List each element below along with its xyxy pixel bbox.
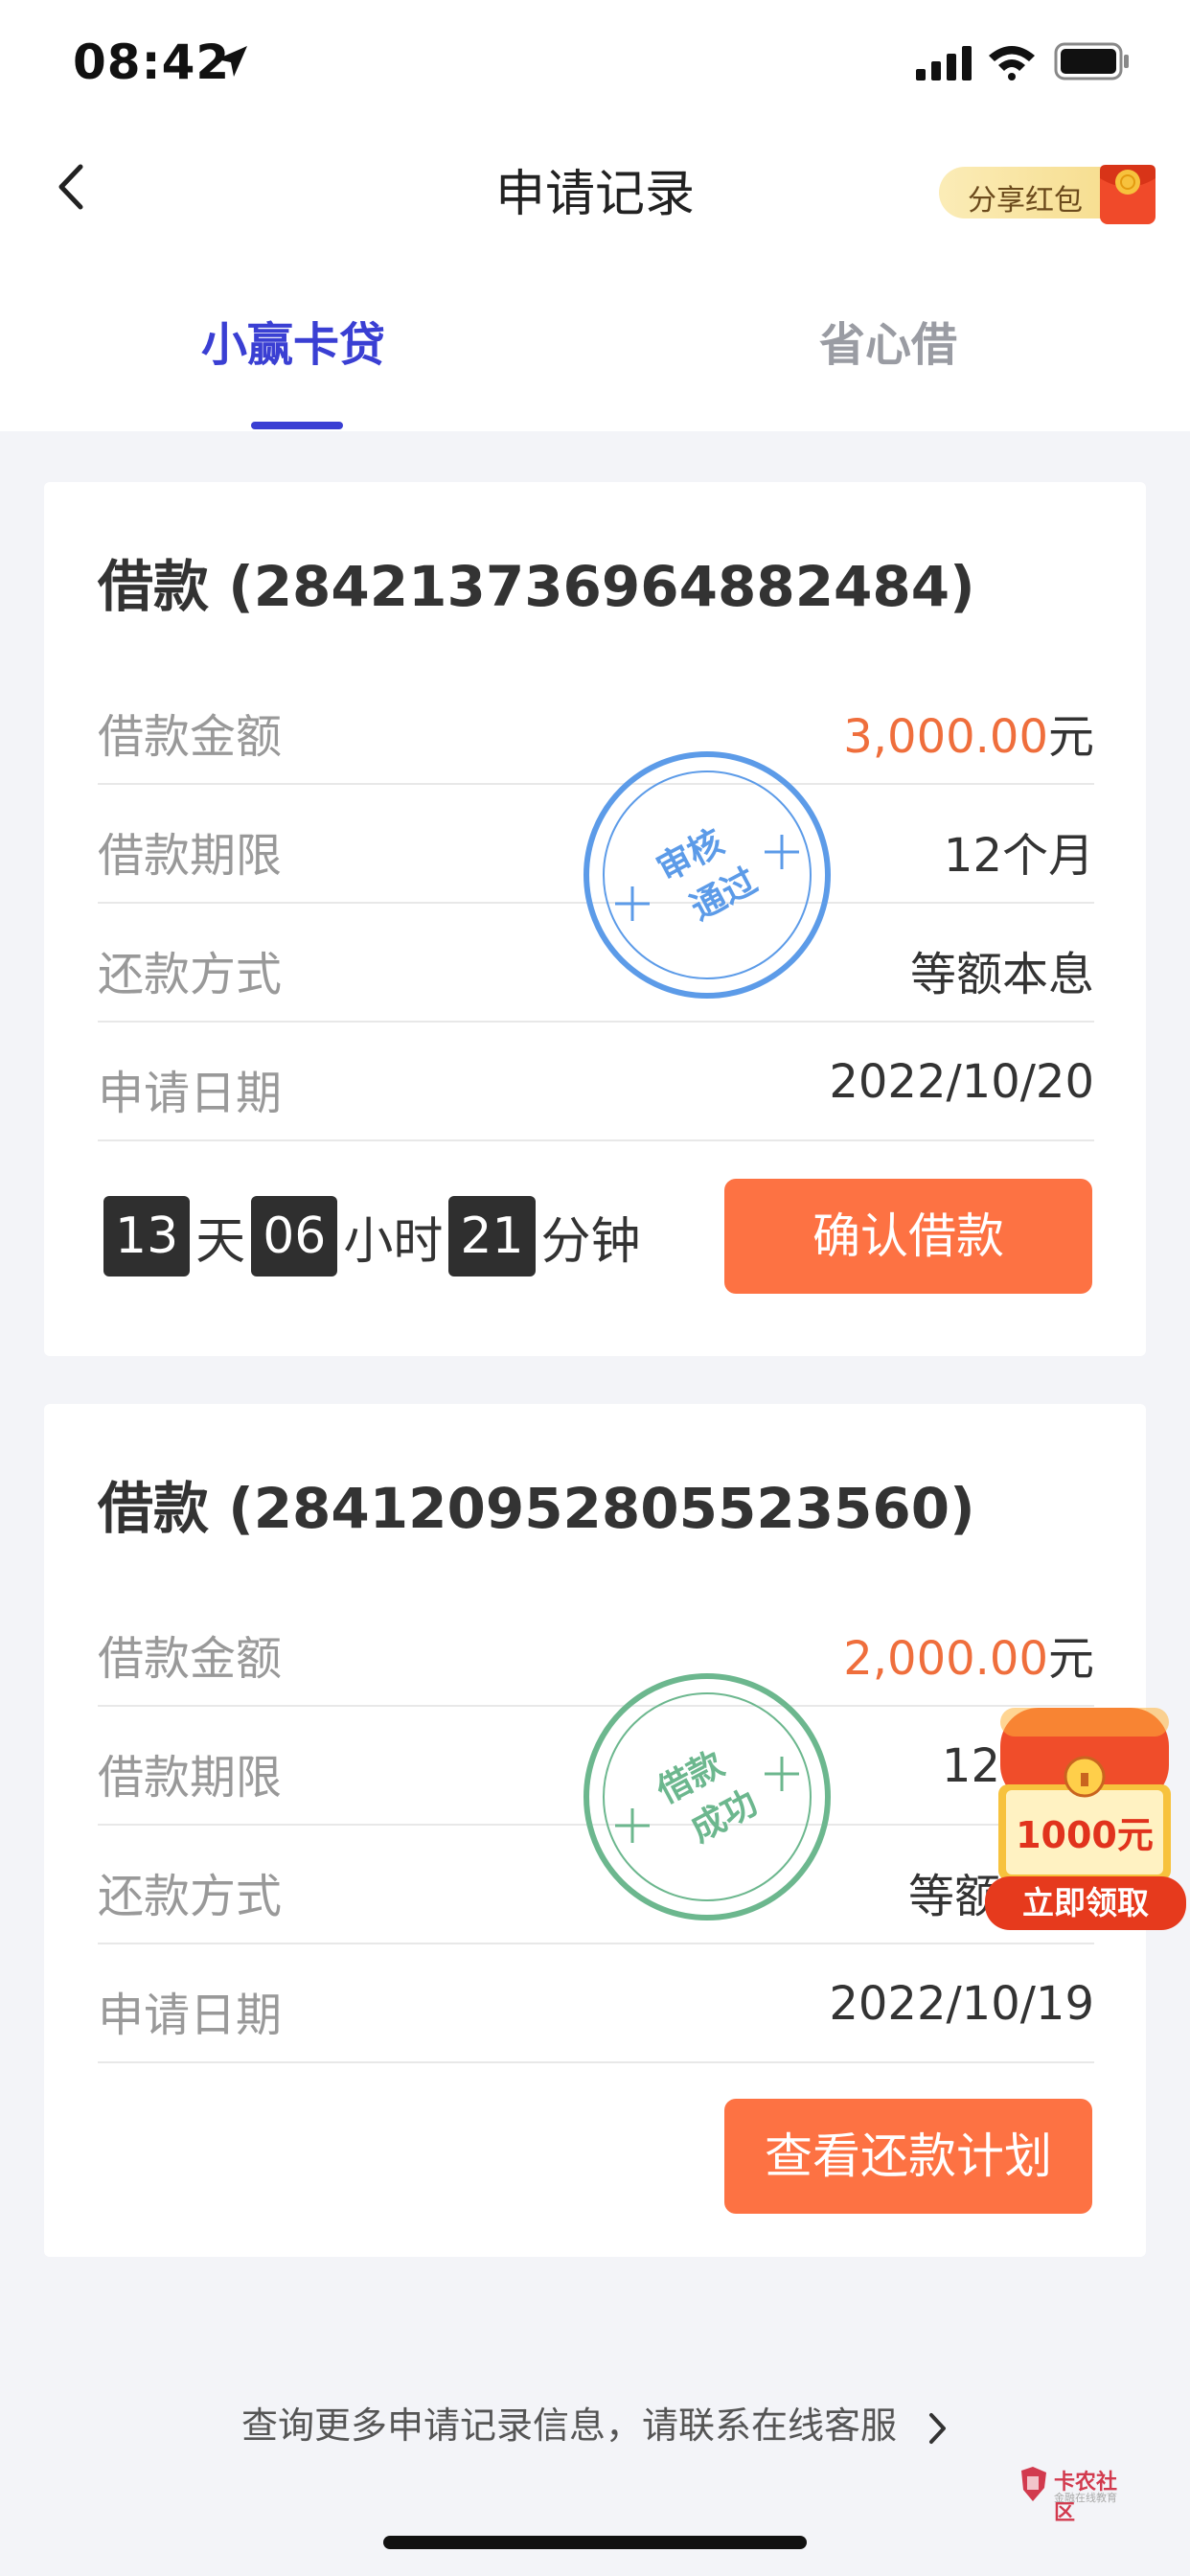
- amount-unit: 元: [1047, 710, 1094, 764]
- amount-unit: 元: [1047, 1632, 1094, 1686]
- loan-title: 借款 (284213736964882484): [98, 554, 975, 619]
- row-label: 借款期限: [98, 1751, 283, 1805]
- chest-lid-highlight: [1000, 1708, 1169, 1736]
- watermark: 卡农社区 金融在线教育: [1018, 2461, 1133, 2525]
- status-bar: 08:42: [0, 0, 1190, 125]
- row-label: 借款期限: [98, 829, 283, 883]
- row-label: 借款金额: [98, 1632, 283, 1686]
- status-time: 08:42: [73, 34, 231, 90]
- confirm-loan-button[interactable]: 确认借款: [724, 1179, 1092, 1294]
- row-value: 2022/10/19: [829, 1977, 1094, 2031]
- chevron-right-icon: [929, 2412, 947, 2444]
- detail-row-apply-date: 申请日期 2022/10/19: [98, 1943, 1094, 2063]
- row-value: 3,000.00元: [843, 699, 1094, 766]
- countdown-hours-unit: 小时: [343, 1212, 444, 1271]
- home-indicator: [383, 2536, 807, 2549]
- row-value: 等额本息: [909, 948, 1094, 1001]
- row-value: 2022/10/20: [829, 1055, 1094, 1109]
- active-tab-indicator: [251, 422, 343, 429]
- footer-link-text: 查询更多申请记录信息，请联系在线客服: [240, 2404, 897, 2447]
- tab-shengxin-loan[interactable]: 省心借: [819, 307, 957, 374]
- contact-customer-service-link[interactable]: 查询更多申请记录信息，请联系在线客服: [0, 2396, 1190, 2449]
- countdown-hours: 06: [251, 1196, 338, 1276]
- row-label: 申请日期: [98, 1067, 283, 1120]
- promo-amount: 1000元: [1016, 1814, 1154, 1856]
- countdown-minutes: 21: [448, 1196, 536, 1276]
- loan-amount: 2,000.00: [843, 1632, 1048, 1686]
- loan-card: 借款 (284213736964882484) 借款金额 3,000.00元 借…: [44, 482, 1146, 1356]
- treasure-chest-promo[interactable]: 1000元 立即领取: [981, 1698, 1190, 1938]
- share-red-packet-button[interactable]: 分享红包: [939, 161, 1161, 224]
- wifi-icon: [989, 46, 1035, 80]
- tab-xiaoying-card-loan[interactable]: 小赢卡贷: [201, 307, 385, 374]
- approved-stamp: 审核 通过: [584, 751, 831, 999]
- detail-row-apply-date: 申请日期 2022/10/20: [98, 1021, 1094, 1141]
- row-label: 借款金额: [98, 710, 283, 764]
- cellular-signal-icon: [916, 46, 972, 80]
- navigation-bar: 申请记录 分享红包: [0, 125, 1190, 249]
- share-label: 分享红包: [968, 184, 1083, 218]
- tab-bar: 小赢卡贷 省心借: [0, 249, 1190, 431]
- battery-icon: [1054, 42, 1129, 80]
- watermark-logo-icon: [1021, 2467, 1046, 2501]
- promo-action: 立即领取: [1022, 1884, 1149, 1921]
- view-repayment-plan-button[interactable]: 查看还款计划: [724, 2099, 1092, 2214]
- countdown-minutes-unit: 分钟: [540, 1212, 641, 1271]
- row-label: 申请日期: [98, 1989, 283, 2042]
- location-arrow-icon: [217, 46, 247, 77]
- countdown-timer: 13 天 06 小时 21 分钟: [103, 1196, 647, 1276]
- loan-title: 借款 (284120952805523560): [98, 1476, 975, 1541]
- countdown-days: 13: [103, 1196, 191, 1276]
- watermark-subtext: 金融在线教育: [1054, 2492, 1117, 2504]
- row-value: 2,000.00元: [843, 1621, 1094, 1688]
- red-envelope-icon: [1100, 165, 1156, 224]
- row-value: 12个月: [943, 829, 1094, 883]
- row-label: 还款方式: [98, 948, 283, 1001]
- keyhole-icon: [1081, 1773, 1088, 1786]
- countdown-days-unit: 天: [195, 1212, 246, 1271]
- loan-success-stamp: 借款 成功: [584, 1673, 831, 1920]
- row-label: 还款方式: [98, 1870, 283, 1923]
- loan-amount: 3,000.00: [843, 710, 1048, 764]
